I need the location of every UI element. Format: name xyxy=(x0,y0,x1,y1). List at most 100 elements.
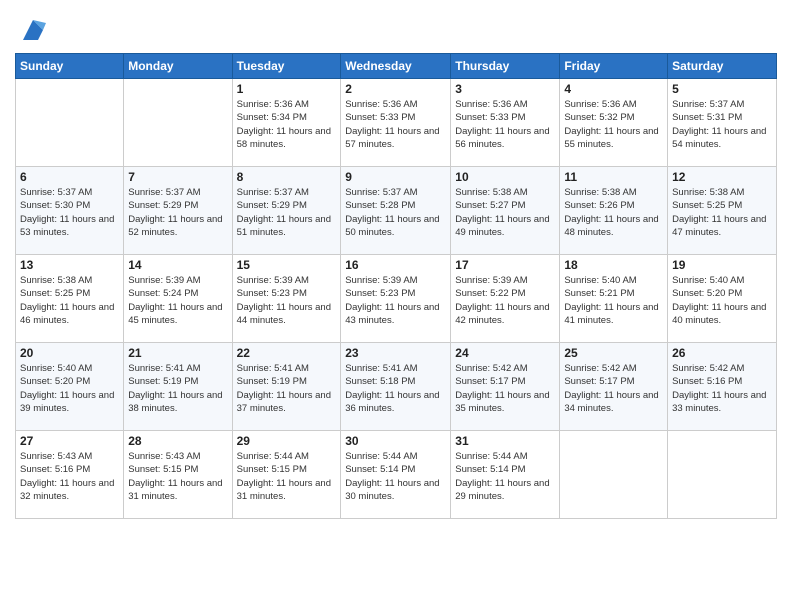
calendar-week-row: 20 Sunrise: 5:40 AM Sunset: 5:20 PM Dayli… xyxy=(16,343,777,431)
weekday-header: Wednesday xyxy=(341,54,451,79)
day-info: Sunrise: 5:44 AM Sunset: 5:14 PM Dayligh… xyxy=(345,450,446,503)
calendar-cell: 1 Sunrise: 5:36 AM Sunset: 5:34 PM Daylig… xyxy=(232,79,341,167)
day-number: 15 xyxy=(237,258,337,272)
calendar-cell: 21 Sunrise: 5:41 AM Sunset: 5:19 PM Dayli… xyxy=(124,343,232,431)
day-number: 5 xyxy=(672,82,772,96)
calendar-cell xyxy=(16,79,124,167)
day-info: Sunrise: 5:41 AM Sunset: 5:19 PM Dayligh… xyxy=(237,362,337,415)
calendar-cell: 26 Sunrise: 5:42 AM Sunset: 5:16 PM Dayli… xyxy=(668,343,777,431)
day-info: Sunrise: 5:39 AM Sunset: 5:22 PM Dayligh… xyxy=(455,274,555,327)
page-container: SundayMondayTuesdayWednesdayThursdayFrid… xyxy=(0,0,792,529)
calendar-cell: 7 Sunrise: 5:37 AM Sunset: 5:29 PM Daylig… xyxy=(124,167,232,255)
day-info: Sunrise: 5:37 AM Sunset: 5:31 PM Dayligh… xyxy=(672,98,772,151)
calendar-cell: 28 Sunrise: 5:43 AM Sunset: 5:15 PM Dayli… xyxy=(124,431,232,519)
logo xyxy=(15,15,48,45)
day-info: Sunrise: 5:40 AM Sunset: 5:21 PM Dayligh… xyxy=(564,274,663,327)
calendar-cell: 8 Sunrise: 5:37 AM Sunset: 5:29 PM Daylig… xyxy=(232,167,341,255)
calendar-cell: 30 Sunrise: 5:44 AM Sunset: 5:14 PM Dayli… xyxy=(341,431,451,519)
day-info: Sunrise: 5:36 AM Sunset: 5:33 PM Dayligh… xyxy=(345,98,446,151)
weekday-header: Sunday xyxy=(16,54,124,79)
calendar-cell: 15 Sunrise: 5:39 AM Sunset: 5:23 PM Dayli… xyxy=(232,255,341,343)
day-info: Sunrise: 5:39 AM Sunset: 5:23 PM Dayligh… xyxy=(345,274,446,327)
day-number: 1 xyxy=(237,82,337,96)
calendar-cell: 31 Sunrise: 5:44 AM Sunset: 5:14 PM Dayli… xyxy=(451,431,560,519)
calendar-cell: 3 Sunrise: 5:36 AM Sunset: 5:33 PM Daylig… xyxy=(451,79,560,167)
day-info: Sunrise: 5:38 AM Sunset: 5:25 PM Dayligh… xyxy=(20,274,119,327)
calendar-cell: 18 Sunrise: 5:40 AM Sunset: 5:21 PM Dayli… xyxy=(560,255,668,343)
day-number: 20 xyxy=(20,346,119,360)
calendar-cell: 11Sunrise: 5:38 AM Sunset: 5:26 PM Dayli… xyxy=(560,167,668,255)
day-number: 4 xyxy=(564,82,663,96)
weekday-header: Monday xyxy=(124,54,232,79)
weekday-header: Saturday xyxy=(668,54,777,79)
day-number: 22 xyxy=(237,346,337,360)
day-info: Sunrise: 5:41 AM Sunset: 5:18 PM Dayligh… xyxy=(345,362,446,415)
calendar-cell: 2 Sunrise: 5:36 AM Sunset: 5:33 PM Daylig… xyxy=(341,79,451,167)
calendar-cell: 4 Sunrise: 5:36 AM Sunset: 5:32 PM Daylig… xyxy=(560,79,668,167)
day-number: 21 xyxy=(128,346,227,360)
day-info: Sunrise: 5:40 AM Sunset: 5:20 PM Dayligh… xyxy=(672,274,772,327)
day-number: 3 xyxy=(455,82,555,96)
day-info: Sunrise: 5:38 AM Sunset: 5:27 PM Dayligh… xyxy=(455,186,555,239)
day-number: 11 xyxy=(564,170,663,184)
day-number: 7 xyxy=(128,170,227,184)
day-info: Sunrise: 5:42 AM Sunset: 5:17 PM Dayligh… xyxy=(564,362,663,415)
calendar-cell: 16Sunrise: 5:39 AM Sunset: 5:23 PM Dayli… xyxy=(341,255,451,343)
calendar-cell: 29 Sunrise: 5:44 AM Sunset: 5:15 PM Dayli… xyxy=(232,431,341,519)
day-info: Sunrise: 5:37 AM Sunset: 5:29 PM Dayligh… xyxy=(237,186,337,239)
calendar-cell: 9Sunrise: 5:37 AM Sunset: 5:28 PM Daylig… xyxy=(341,167,451,255)
day-info: Sunrise: 5:40 AM Sunset: 5:20 PM Dayligh… xyxy=(20,362,119,415)
day-info: Sunrise: 5:37 AM Sunset: 5:29 PM Dayligh… xyxy=(128,186,227,239)
page-header xyxy=(15,10,777,45)
logo-icon xyxy=(18,15,48,45)
calendar-cell: 20 Sunrise: 5:40 AM Sunset: 5:20 PM Dayli… xyxy=(16,343,124,431)
day-number: 24 xyxy=(455,346,555,360)
calendar-cell: 19 Sunrise: 5:40 AM Sunset: 5:20 PM Dayli… xyxy=(668,255,777,343)
day-number: 19 xyxy=(672,258,772,272)
calendar-cell: 5 Sunrise: 5:37 AM Sunset: 5:31 PM Daylig… xyxy=(668,79,777,167)
calendar-cell: 23Sunrise: 5:41 AM Sunset: 5:18 PM Dayli… xyxy=(341,343,451,431)
calendar-cell: 24Sunrise: 5:42 AM Sunset: 5:17 PM Dayli… xyxy=(451,343,560,431)
day-number: 28 xyxy=(128,434,227,448)
calendar-cell: 27Sunrise: 5:43 AM Sunset: 5:16 PM Dayli… xyxy=(16,431,124,519)
day-number: 25 xyxy=(564,346,663,360)
day-number: 30 xyxy=(345,434,446,448)
calendar-cell: 22 Sunrise: 5:41 AM Sunset: 5:19 PM Dayli… xyxy=(232,343,341,431)
weekday-header: Thursday xyxy=(451,54,560,79)
day-number: 6 xyxy=(20,170,119,184)
calendar-cell xyxy=(560,431,668,519)
calendar-cell: 12 Sunrise: 5:38 AM Sunset: 5:25 PM Dayli… xyxy=(668,167,777,255)
day-info: Sunrise: 5:44 AM Sunset: 5:14 PM Dayligh… xyxy=(455,450,555,503)
weekday-header: Tuesday xyxy=(232,54,341,79)
day-info: Sunrise: 5:42 AM Sunset: 5:16 PM Dayligh… xyxy=(672,362,772,415)
day-info: Sunrise: 5:41 AM Sunset: 5:19 PM Dayligh… xyxy=(128,362,227,415)
day-number: 31 xyxy=(455,434,555,448)
day-number: 2 xyxy=(345,82,446,96)
day-number: 13 xyxy=(20,258,119,272)
day-info: Sunrise: 5:39 AM Sunset: 5:24 PM Dayligh… xyxy=(128,274,227,327)
calendar-cell: 14 Sunrise: 5:39 AM Sunset: 5:24 PM Dayli… xyxy=(124,255,232,343)
day-info: Sunrise: 5:39 AM Sunset: 5:23 PM Dayligh… xyxy=(237,274,337,327)
calendar-header-row: SundayMondayTuesdayWednesdayThursdayFrid… xyxy=(16,54,777,79)
calendar-cell: 6Sunrise: 5:37 AM Sunset: 5:30 PM Daylig… xyxy=(16,167,124,255)
calendar-cell: 25 Sunrise: 5:42 AM Sunset: 5:17 PM Dayli… xyxy=(560,343,668,431)
day-info: Sunrise: 5:36 AM Sunset: 5:33 PM Dayligh… xyxy=(455,98,555,151)
day-number: 27 xyxy=(20,434,119,448)
day-number: 26 xyxy=(672,346,772,360)
day-info: Sunrise: 5:36 AM Sunset: 5:32 PM Dayligh… xyxy=(564,98,663,151)
calendar-week-row: 27Sunrise: 5:43 AM Sunset: 5:16 PM Dayli… xyxy=(16,431,777,519)
day-number: 29 xyxy=(237,434,337,448)
calendar-week-row: 1 Sunrise: 5:36 AM Sunset: 5:34 PM Daylig… xyxy=(16,79,777,167)
day-info: Sunrise: 5:44 AM Sunset: 5:15 PM Dayligh… xyxy=(237,450,337,503)
calendar-cell: 10Sunrise: 5:38 AM Sunset: 5:27 PM Dayli… xyxy=(451,167,560,255)
day-number: 8 xyxy=(237,170,337,184)
day-info: Sunrise: 5:43 AM Sunset: 5:15 PM Dayligh… xyxy=(128,450,227,503)
calendar-cell xyxy=(668,431,777,519)
day-number: 14 xyxy=(128,258,227,272)
day-info: Sunrise: 5:36 AM Sunset: 5:34 PM Dayligh… xyxy=(237,98,337,151)
day-info: Sunrise: 5:38 AM Sunset: 5:25 PM Dayligh… xyxy=(672,186,772,239)
calendar-week-row: 13 Sunrise: 5:38 AM Sunset: 5:25 PM Dayli… xyxy=(16,255,777,343)
day-number: 12 xyxy=(672,170,772,184)
calendar-cell: 17Sunrise: 5:39 AM Sunset: 5:22 PM Dayli… xyxy=(451,255,560,343)
day-number: 18 xyxy=(564,258,663,272)
